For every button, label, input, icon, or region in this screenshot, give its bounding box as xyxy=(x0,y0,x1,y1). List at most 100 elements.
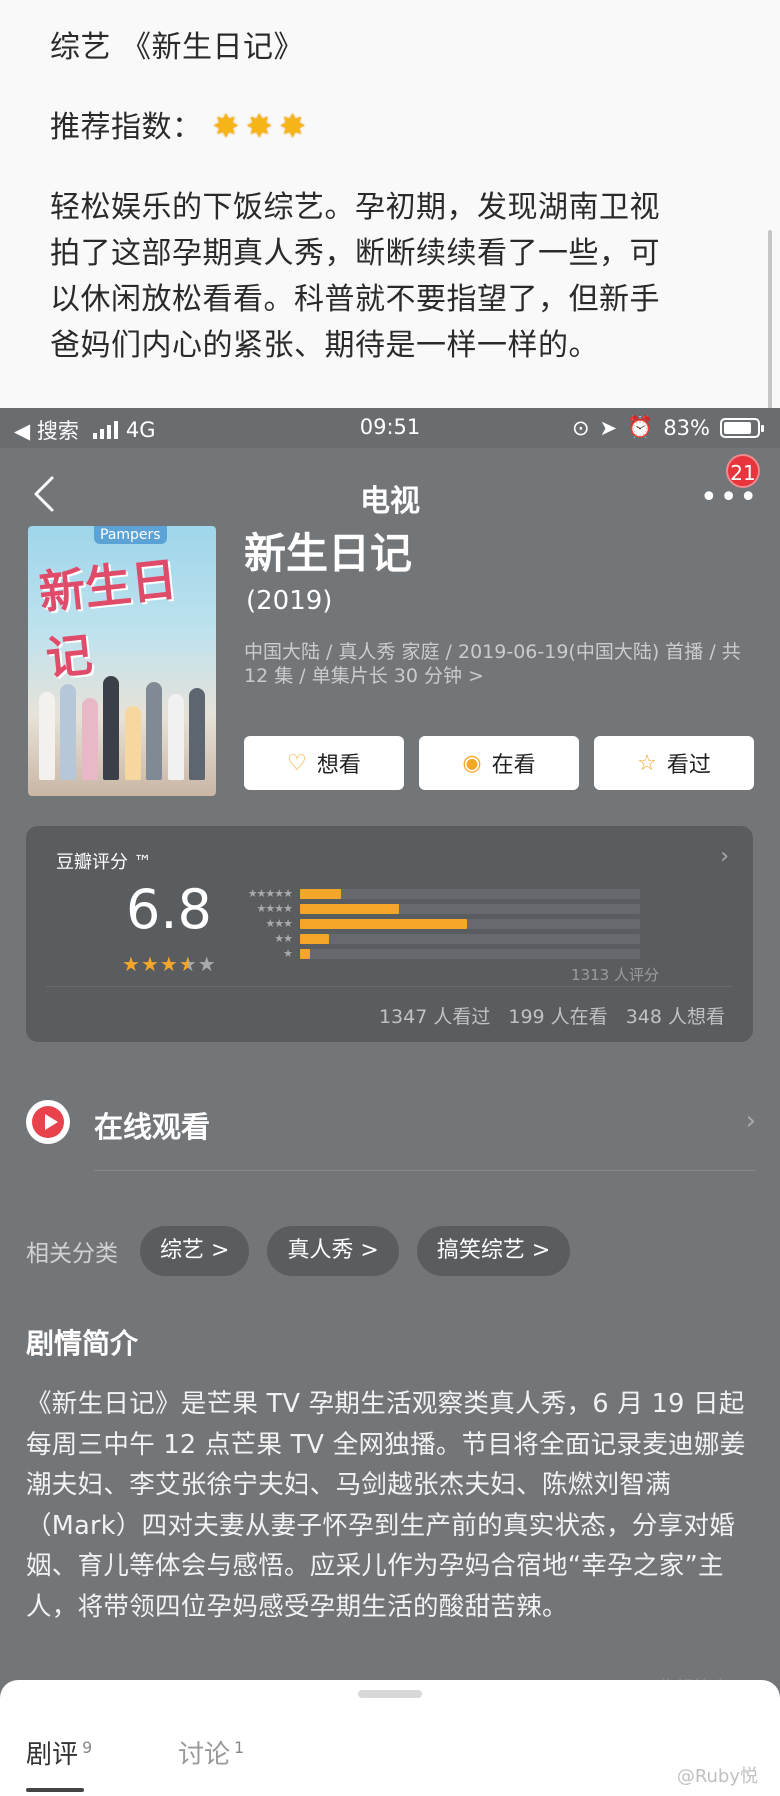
battery-fill xyxy=(724,421,751,434)
watching-button[interactable]: ◉ 在看 xyxy=(419,736,579,790)
note-line: 以休闲放松看看。科普就不要指望了，但新手 xyxy=(50,282,660,317)
show-year: (2019) xyxy=(246,586,333,616)
online-watch-label: 在线观看 xyxy=(94,1110,211,1144)
category-tag[interactable]: 综艺 > xyxy=(140,1226,250,1276)
rating-row-stars: ★★★★★ xyxy=(247,887,293,900)
want-to-watch-label: 想看 xyxy=(316,753,361,778)
show-meta[interactable]: 中国大陆 / 真人秀 家庭 / 2019-06-19(中国大陆) 首播 / 共 … xyxy=(244,640,744,688)
target-circle-icon: ◉ xyxy=(462,750,482,776)
location-icon: ➤ xyxy=(599,415,618,440)
chevron-right-icon: › xyxy=(720,844,729,869)
watermark: @Ruby悦 xyxy=(676,1766,758,1787)
rating-score: 6.8 xyxy=(126,878,212,941)
category-tag[interactable]: 搞笑综艺 > xyxy=(416,1226,571,1276)
drag-handle[interactable] xyxy=(358,1690,422,1698)
douban-screenshot: ◀ 搜索 4G 09:51 ⊙ ➤ ⏰ 83% 电视 ••• 21 Pamper… xyxy=(0,408,780,1796)
rating-label: 豆瓣评分 ™ xyxy=(56,852,152,873)
rotation-lock-icon: ⊙ xyxy=(571,415,590,440)
watch-counts: 1347 人看过 199 人在看 348 人想看 xyxy=(379,1002,725,1029)
rating-row: ★★★★★ xyxy=(238,886,640,901)
star-filled-icon: ★ xyxy=(140,952,160,976)
star-filled-icon: ★ xyxy=(122,952,141,976)
rating-row-stars: ★ xyxy=(283,947,293,960)
tab-discussions[interactable]: 讨论 1 xyxy=(178,1734,244,1771)
rating-row: ★ xyxy=(238,946,640,961)
watched-label: 看过 xyxy=(666,753,711,778)
poster-cast-image xyxy=(36,660,208,780)
star-filled-icon: ★ xyxy=(159,952,179,976)
alarm-icon: ⏰ xyxy=(627,415,654,439)
note-rating-label: 推荐指数： xyxy=(50,110,203,145)
rating-bar xyxy=(300,903,399,914)
battery-icon xyxy=(720,417,764,438)
chevron-right-icon: › xyxy=(745,1106,756,1136)
want-to-watch-button[interactable]: ♡ 想看 xyxy=(244,736,404,790)
active-tab-indicator xyxy=(26,1788,84,1792)
synopsis-title: 剧情简介 xyxy=(26,1327,139,1360)
notification-badge[interactable]: 21 xyxy=(726,454,760,488)
action-buttons: ♡ 想看 ◉ 在看 ☆ 看过 xyxy=(244,736,754,790)
rating-row: ★★★ xyxy=(238,916,640,931)
tab-discussions-count: 1 xyxy=(234,1738,245,1758)
rating-distribution: ★★★★★ ★★★★ ★★★ ★★ ★ xyxy=(238,886,640,961)
page-title: 电视 xyxy=(360,484,420,519)
watched-count: 1347 人看过 xyxy=(378,1006,491,1028)
watching-label: 在看 xyxy=(491,753,536,778)
tab-reviews-count: 9 xyxy=(82,1738,93,1758)
note-line: 轻松娱乐的下饭综艺。孕初期，发现湖南卫视 xyxy=(50,190,660,225)
rating-bar-track xyxy=(300,933,640,944)
note-rating-stars: ✸ ✸ ✸ xyxy=(212,107,313,145)
star-icon: ✸ xyxy=(245,107,274,145)
star-outline-icon: ☆ xyxy=(637,750,657,776)
note-title: 综艺 《新生日记》 xyxy=(50,30,305,65)
want-count: 348 人想看 xyxy=(625,1006,725,1028)
note-line: 爸妈们内心的紧张、期待是一样一样的。 xyxy=(50,328,599,363)
show-title: 新生日记 xyxy=(244,529,413,578)
tab-discussions-label: 讨论 xyxy=(178,1740,231,1770)
more-options-icon[interactable]: ••• xyxy=(700,483,759,513)
tab-reviews[interactable]: 剧评 9 xyxy=(26,1734,92,1771)
divider xyxy=(94,1170,756,1171)
rating-row-stars: ★★★★ xyxy=(256,902,293,915)
heart-plus-icon: ♡ xyxy=(287,750,307,776)
rating-row: ★★ xyxy=(238,931,640,946)
rating-bar xyxy=(300,888,341,899)
star-empty-icon: ★ xyxy=(197,952,217,976)
rating-row: ★★★★ xyxy=(238,901,640,916)
rating-bar-track xyxy=(300,903,640,914)
synopsis-fade xyxy=(0,1644,780,1674)
show-poster[interactable]: Pampers 新生日记 xyxy=(28,526,216,796)
divider xyxy=(46,986,733,987)
star-half-icon: ★ xyxy=(178,952,198,976)
synopsis-text: 《新生日记》是芒果 TV 孕期生活观察类真人秀，6 月 19 日起每周三中午 1… xyxy=(26,1389,746,1622)
watching-count: 199 人在看 xyxy=(508,1006,608,1028)
tab-reviews-label: 剧评 xyxy=(26,1740,79,1770)
rating-stars: ★★★★★ xyxy=(122,952,217,976)
note-line: 拍了这部孕期真人秀，断断续续看了一些，可 xyxy=(50,236,660,271)
poster-brand: Pampers xyxy=(94,526,167,544)
note-area: 综艺 《新生日记》 推荐指数： ✸ ✸ ✸ 轻松娱乐的下饭综艺。孕初期，发现湖南卫视… xyxy=(0,0,780,410)
rating-bar-track xyxy=(300,888,640,899)
rating-card[interactable]: 豆瓣评分 ™ › 6.8 ★★★★★ ★★★★★ ★★★★ ★★★ ★★ ★ 1313 … xyxy=(26,826,753,1042)
scrollbar[interactable] xyxy=(768,230,772,410)
category-tag[interactable]: 真人秀 > xyxy=(267,1226,399,1276)
rating-bar-track xyxy=(300,918,640,929)
rating-bar xyxy=(300,933,329,944)
star-icon: ✸ xyxy=(212,107,240,145)
rating-bar xyxy=(300,948,311,959)
rating-row-stars: ★★ xyxy=(274,932,293,945)
rating-total: 1313 人评分 xyxy=(571,966,659,984)
star-icon: ✸ xyxy=(279,107,307,145)
watched-button[interactable]: ☆ 看过 xyxy=(594,736,754,790)
battery-percent: 83% xyxy=(663,415,710,440)
note-rating: 推荐指数： ✸ ✸ ✸ xyxy=(50,102,312,146)
related-categories: 相关分类 综艺 > 真人秀 > 搞笑综艺 > xyxy=(26,1226,571,1276)
online-watch-row[interactable]: 在线观看 › xyxy=(26,1100,756,1150)
rating-bar-track xyxy=(300,948,640,959)
bottom-sheet: 剧评 9 讨论 1 xyxy=(0,1680,780,1796)
status-bar: ◀ 搜索 4G 09:51 ⊙ ➤ ⏰ 83% xyxy=(0,408,780,448)
categories-label: 相关分类 xyxy=(26,1241,118,1267)
rating-row-stars: ★★★ xyxy=(265,917,293,930)
rating-bar xyxy=(300,918,467,929)
play-icon xyxy=(26,1100,70,1144)
